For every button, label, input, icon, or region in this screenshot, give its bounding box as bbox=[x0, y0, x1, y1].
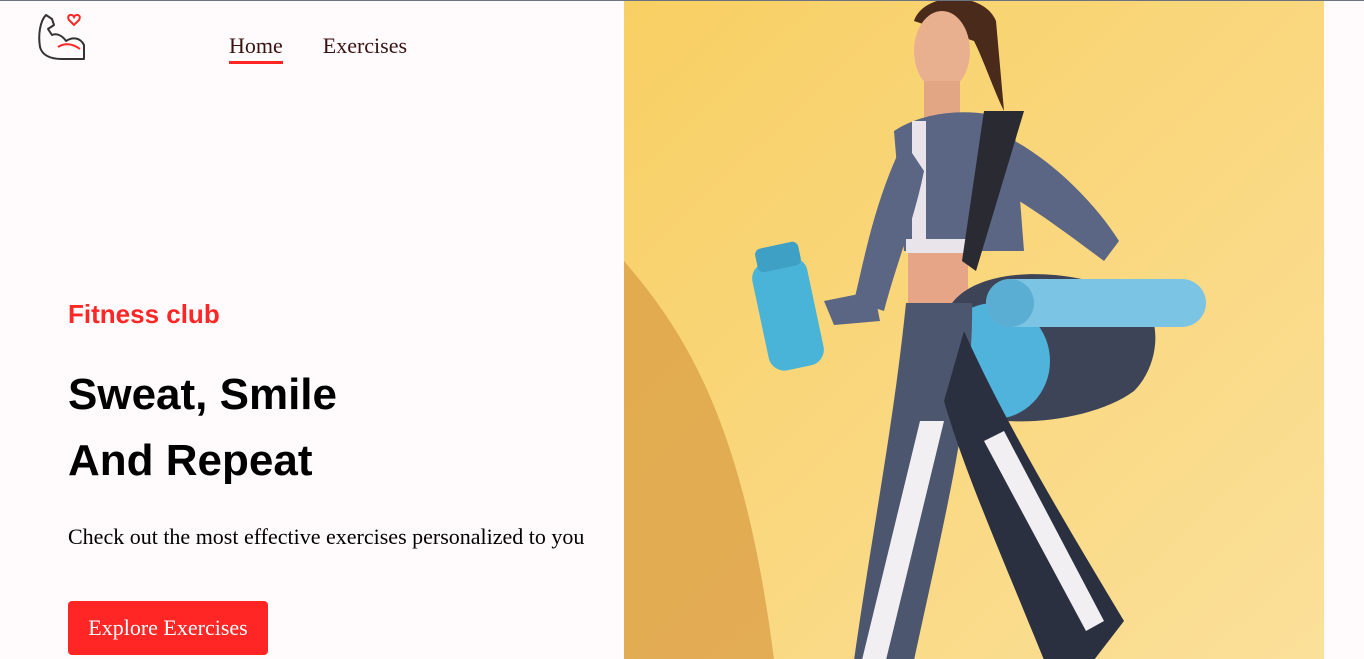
hero-description: Check out the most effective exercises p… bbox=[68, 524, 585, 549]
explore-exercises-button[interactable]: Explore Exercises bbox=[68, 601, 268, 655]
hero-subtitle: Fitness club bbox=[68, 299, 220, 329]
main-nav: Home Exercises bbox=[229, 33, 407, 64]
logo[interactable] bbox=[36, 9, 88, 61]
hero-text: Fitness club Sweat, Smile And Repeat Che… bbox=[68, 299, 584, 550]
hero-headline-line1: Sweat, Smile bbox=[68, 370, 338, 419]
hero-headline-line2: And Repeat bbox=[68, 436, 313, 485]
nav-link-home[interactable]: Home bbox=[229, 33, 283, 64]
nav-link-exercises[interactable]: Exercises bbox=[323, 33, 407, 64]
woman-with-gym-bag-and-shaker-photo bbox=[624, 1, 1324, 659]
flexed-arm-heart-icon bbox=[38, 13, 85, 60]
hero-headline: Sweat, Smile And Repeat bbox=[68, 362, 584, 494]
hero-banner-image bbox=[624, 1, 1324, 659]
